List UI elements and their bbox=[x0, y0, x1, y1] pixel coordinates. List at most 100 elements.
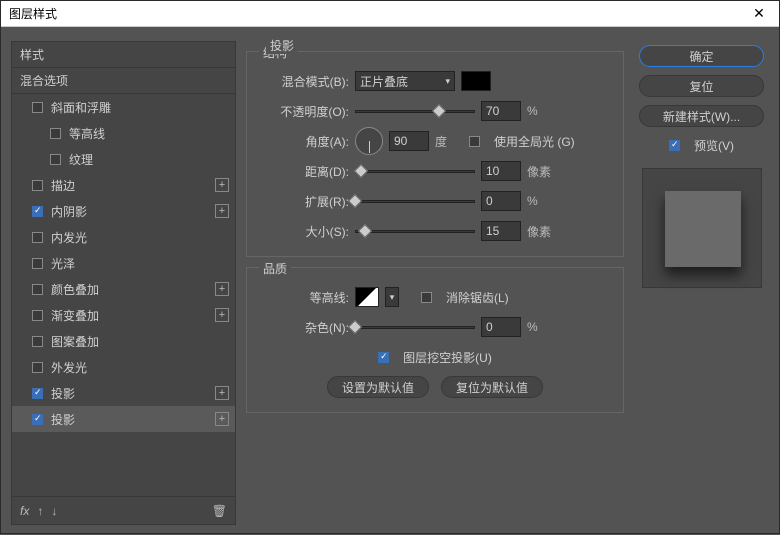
style-checkbox[interactable] bbox=[32, 206, 43, 217]
new-style-button[interactable]: 新建样式(W)... bbox=[639, 105, 764, 127]
style-label: 投影 bbox=[51, 385, 215, 402]
defaults-row: 设置为默认值 复位为默认值 bbox=[259, 372, 611, 402]
style-checkbox[interactable] bbox=[32, 388, 43, 399]
style-item-3[interactable]: 描边+ bbox=[12, 172, 235, 198]
antialias-checkbox[interactable] bbox=[421, 292, 432, 303]
spread-label: 扩展(R): bbox=[259, 193, 349, 210]
opacity-slider[interactable] bbox=[355, 103, 475, 119]
opacity-label: 不透明度(O): bbox=[259, 103, 349, 120]
preview-swatch bbox=[665, 191, 741, 267]
global-light-checkbox[interactable] bbox=[469, 136, 480, 147]
reset-button[interactable]: 复位 bbox=[639, 75, 764, 97]
action-panel: 确定 复位 新建样式(W)... 预览(V) bbox=[634, 41, 769, 525]
contour-dropdown[interactable]: ▾ bbox=[385, 287, 399, 307]
arrow-down-icon[interactable]: ↓ bbox=[51, 504, 57, 518]
close-icon[interactable]: ✕ bbox=[747, 5, 771, 22]
style-label: 投影 bbox=[51, 411, 215, 428]
angle-label: 角度(A): bbox=[259, 133, 349, 150]
preview-box bbox=[642, 168, 762, 288]
px-unit: 像素 bbox=[527, 163, 551, 180]
structure-group: 结构 混合模式(B): 正片叠底 ▾ 不透明度(O): % 角度(A): bbox=[246, 51, 624, 257]
style-checkbox[interactable] bbox=[50, 128, 61, 139]
chevron-down-icon: ▾ bbox=[445, 76, 450, 87]
set-default-button[interactable]: 设置为默认值 bbox=[327, 376, 429, 398]
style-item-11[interactable]: 投影+ bbox=[12, 380, 235, 406]
opacity-input[interactable] bbox=[481, 101, 521, 121]
blend-mode-row: 混合模式(B): 正片叠底 ▾ bbox=[259, 66, 611, 96]
knockout-label: 图层挖空投影(U) bbox=[403, 349, 492, 366]
style-item-12[interactable]: 投影+ bbox=[12, 406, 235, 432]
blend-mode-dropdown[interactable]: 正片叠底 ▾ bbox=[355, 71, 455, 91]
reset-default-button[interactable]: 复位为默认值 bbox=[441, 376, 543, 398]
spread-row: 扩展(R): % bbox=[259, 186, 611, 216]
style-checkbox[interactable] bbox=[50, 154, 61, 165]
ok-button[interactable]: 确定 bbox=[639, 45, 764, 67]
style-item-2[interactable]: 纹理 bbox=[12, 146, 235, 172]
antialias-label: 消除锯齿(L) bbox=[446, 289, 509, 306]
style-item-8[interactable]: 渐变叠加+ bbox=[12, 302, 235, 328]
contour-label: 等高线: bbox=[259, 289, 349, 306]
blend-mode-value: 正片叠底 bbox=[360, 73, 408, 90]
noise-slider[interactable] bbox=[355, 319, 475, 335]
style-label: 光泽 bbox=[51, 255, 229, 272]
global-light-label: 使用全局光 (G) bbox=[494, 133, 575, 150]
window-title: 图层样式 bbox=[9, 5, 747, 22]
style-label: 图案叠加 bbox=[51, 333, 229, 350]
style-item-10[interactable]: 外发光 bbox=[12, 354, 235, 380]
panel-title: 投影 bbox=[266, 37, 298, 54]
noise-input[interactable] bbox=[481, 317, 521, 337]
angle-dial[interactable] bbox=[355, 127, 383, 155]
quality-group: 品质 等高线: ▾ 消除锯齿(L) 杂色(N): % 图层挖空投影(U) bbox=[246, 267, 624, 413]
contour-row: 等高线: ▾ 消除锯齿(L) bbox=[259, 282, 611, 312]
size-row: 大小(S): 像素 bbox=[259, 216, 611, 246]
blending-options-row[interactable]: 混合选项 bbox=[12, 68, 235, 94]
distance-slider[interactable] bbox=[355, 163, 475, 179]
style-item-0[interactable]: 斜面和浮雕 bbox=[12, 94, 235, 120]
angle-input[interactable] bbox=[389, 131, 429, 151]
style-checkbox[interactable] bbox=[32, 258, 43, 269]
style-checkbox[interactable] bbox=[32, 310, 43, 321]
opacity-row: 不透明度(O): % bbox=[259, 96, 611, 126]
trash-icon[interactable]: 🗑 bbox=[212, 504, 227, 518]
style-label: 描边 bbox=[51, 177, 215, 194]
style-item-4[interactable]: 内阴影+ bbox=[12, 198, 235, 224]
fx-label[interactable]: fx bbox=[20, 504, 29, 518]
size-input[interactable] bbox=[481, 221, 521, 241]
contour-swatch[interactable] bbox=[355, 287, 379, 307]
style-label: 外发光 bbox=[51, 359, 229, 376]
percent-unit: % bbox=[527, 104, 538, 118]
distance-input[interactable] bbox=[481, 161, 521, 181]
style-checkbox[interactable] bbox=[32, 414, 43, 425]
style-item-1[interactable]: 等高线 bbox=[12, 120, 235, 146]
styles-header-label: 样式 bbox=[20, 46, 229, 63]
style-label: 颜色叠加 bbox=[51, 281, 215, 298]
add-effect-icon[interactable]: + bbox=[215, 204, 229, 218]
knockout-checkbox[interactable] bbox=[378, 352, 389, 363]
style-item-9[interactable]: 图案叠加 bbox=[12, 328, 235, 354]
distance-label: 距离(D): bbox=[259, 163, 349, 180]
shadow-color-swatch[interactable] bbox=[461, 71, 491, 91]
style-item-5[interactable]: 内发光 bbox=[12, 224, 235, 250]
size-slider[interactable] bbox=[355, 223, 475, 239]
spread-input[interactable] bbox=[481, 191, 521, 211]
add-effect-icon[interactable]: + bbox=[215, 308, 229, 322]
noise-row: 杂色(N): % bbox=[259, 312, 611, 342]
dialog-body: 样式 混合选项 斜面和浮雕等高线纹理描边+内阴影+内发光光泽颜色叠加+渐变叠加+… bbox=[1, 27, 779, 535]
add-effect-icon[interactable]: + bbox=[215, 178, 229, 192]
style-checkbox[interactable] bbox=[32, 102, 43, 113]
add-effect-icon[interactable]: + bbox=[215, 412, 229, 426]
style-checkbox[interactable] bbox=[32, 180, 43, 191]
style-item-7[interactable]: 颜色叠加+ bbox=[12, 276, 235, 302]
blending-options-label: 混合选项 bbox=[20, 72, 229, 89]
style-checkbox[interactable] bbox=[32, 336, 43, 347]
style-label: 等高线 bbox=[69, 125, 229, 142]
add-effect-icon[interactable]: + bbox=[215, 282, 229, 296]
style-item-6[interactable]: 光泽 bbox=[12, 250, 235, 276]
arrow-up-icon[interactable]: ↑ bbox=[37, 504, 43, 518]
style-checkbox[interactable] bbox=[32, 232, 43, 243]
style-checkbox[interactable] bbox=[32, 362, 43, 373]
preview-checkbox[interactable] bbox=[669, 140, 680, 151]
style-checkbox[interactable] bbox=[32, 284, 43, 295]
add-effect-icon[interactable]: + bbox=[215, 386, 229, 400]
spread-slider[interactable] bbox=[355, 193, 475, 209]
